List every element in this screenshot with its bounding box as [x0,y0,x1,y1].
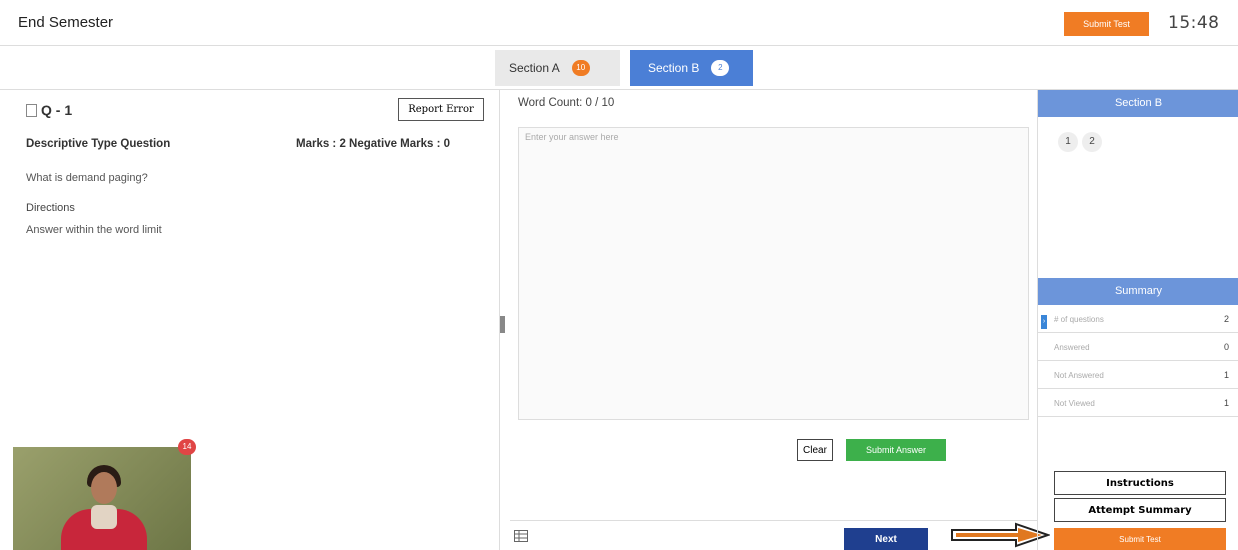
tab-label: Section A [509,61,560,75]
summary-value: 0 [1223,342,1229,352]
summary-row: Not Viewed 1 [1038,389,1238,417]
submit-test-button[interactable]: Submit Test [1054,528,1226,550]
top-bar: End Semester Submit Test 15:48 [0,0,1238,46]
grid-icon[interactable] [514,530,528,542]
summary-row: Not Answered 1 [1038,361,1238,389]
tab-section-a[interactable]: Section A 10 [495,50,620,86]
submit-answer-button[interactable]: Submit Answer [846,439,946,461]
summary-row: # of questions 2 [1038,305,1238,333]
question-number-label: Q - 1 [41,102,73,118]
clear-button[interactable]: Clear [797,439,833,461]
question-palette-item[interactable]: 1 [1058,132,1078,152]
attempt-summary-button[interactable]: Attempt Summary [1054,498,1226,522]
question-text: What is demand paging? [26,172,148,184]
exam-title: End Semester [18,14,114,31]
navigation-panel: Section B 1 2 Summary # of questions 2 A… [1037,90,1238,550]
summary-title: Summary [1038,278,1238,305]
question-palette: 1 2 [1058,132,1102,152]
bookmark-icon[interactable] [26,103,37,117]
panel-resize-handle[interactable] [500,316,505,333]
section-title: Section B [1038,90,1238,117]
question-number: Q - 1 [26,102,72,118]
directions-title: Directions [26,202,75,214]
tab-label: Section B [648,61,700,75]
summary-value: 2 [1223,314,1229,324]
question-palette-item[interactable]: 2 [1082,132,1102,152]
summary-label: # of questions [1054,315,1104,324]
tab-section-b[interactable]: Section B 2 [630,50,753,86]
summary-row: Answered 0 [1038,333,1238,361]
tab-count-badge: 2 [711,60,730,76]
section-tabs: Section A 10 Section B 2 [495,50,753,86]
instructions-button[interactable]: Instructions [1054,471,1226,495]
arrow-right-icon [951,522,1050,548]
submit-test-button[interactable]: Submit Test [1064,12,1149,36]
word-count: Word Count: 0 / 10 [518,97,615,109]
summary-value: 1 [1223,398,1229,408]
summary-label: Not Answered [1054,371,1104,380]
webcam-preview [13,447,191,550]
directions-text: Answer within the word limit [26,224,162,236]
answer-input[interactable] [518,127,1029,420]
divider [510,520,1037,521]
summary-value: 1 [1223,370,1229,380]
countdown-timer: 15:48 [1168,13,1220,33]
question-panel: Q - 1 Report Error Descriptive Type Ques… [10,90,500,550]
report-error-button[interactable]: Report Error [398,98,484,121]
summary-label: Not Viewed [1054,399,1095,408]
summary-label: Answered [1054,343,1090,352]
question-marks: Marks : 2 Negative Marks : 0 [296,138,451,150]
next-button[interactable]: Next [844,528,928,550]
tab-count-badge: 10 [571,60,590,76]
question-type: Descriptive Type Question [26,138,171,150]
answer-panel: Word Count: 0 / 10 Clear Submit Answer N… [510,90,1037,550]
webcam-count-badge: 14 [178,439,196,455]
